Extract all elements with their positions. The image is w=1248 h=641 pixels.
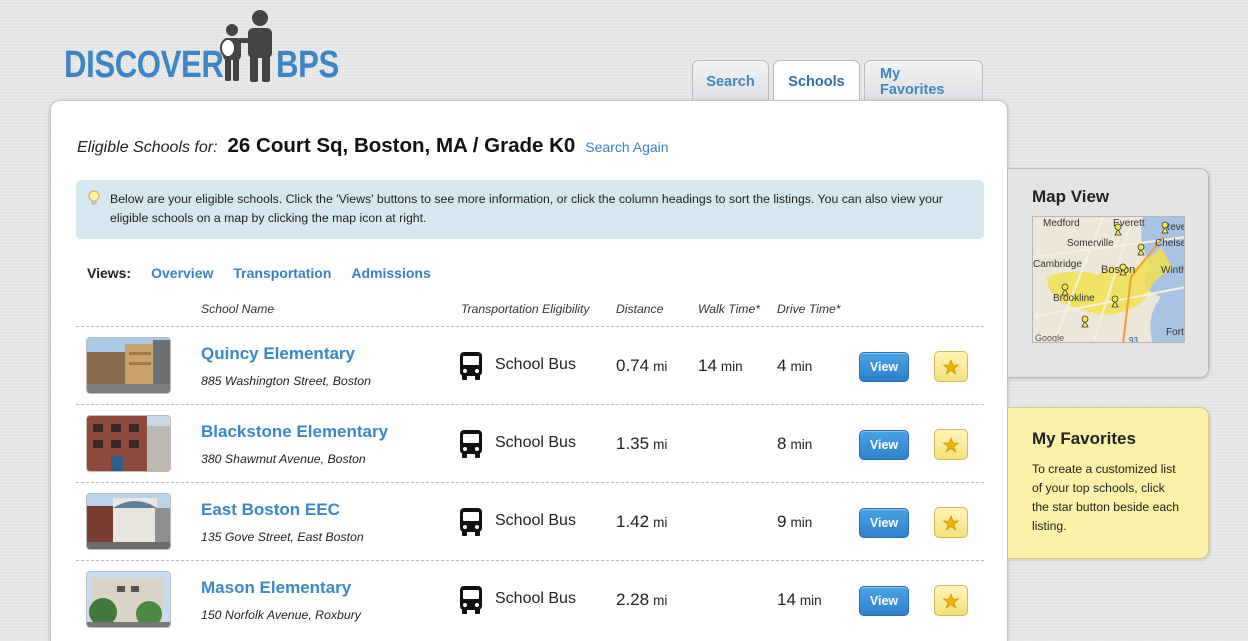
tab-search[interactable]: Search (692, 60, 769, 102)
favorite-star-button[interactable] (934, 429, 968, 460)
column-header-walk-time[interactable]: Walk Time* (698, 302, 760, 316)
column-header-drive-time[interactable]: Drive Time* (777, 302, 841, 316)
map-label-somerville: Somerville (1067, 238, 1114, 249)
map-label-winthrop: Winthrop (1161, 265, 1185, 276)
map-label-93: 93 (1129, 336, 1138, 343)
star-icon (943, 358, 959, 375)
view-transportation-link[interactable]: Transportation (233, 265, 331, 281)
drive-time-value: 14 min (777, 590, 822, 609)
school-name-link[interactable]: Quincy Elementary (201, 344, 355, 364)
view-overview-link[interactable]: Overview (151, 265, 213, 281)
walk-time-value: 14 min (698, 356, 743, 375)
map-label-fort: Fort (1166, 327, 1184, 338)
transport-eligibility: School Bus (495, 434, 576, 451)
school-list: Quincy Elementary 885 Washington Street,… (76, 326, 984, 638)
walk-time-value (698, 434, 702, 454)
map-view-panel: Map View Medford Everett Revere Somervil… (1008, 168, 1209, 378)
transport-eligibility: School Bus (495, 590, 576, 607)
drive-time-value: 4 min (777, 356, 813, 375)
my-favorites-help-text: To create a customized list of your top … (1032, 462, 1180, 533)
school-row: Quincy Elementary 885 Washington Street,… (76, 326, 984, 404)
heading-label: Eligible Schools for: (77, 139, 218, 156)
school-row: East Boston EEC 135 Gove Street, East Bo… (76, 482, 984, 560)
main-tabs: Search Schools My Favorites (692, 60, 983, 102)
school-bus-icon (460, 586, 482, 614)
school-photo[interactable] (86, 415, 171, 472)
distance-value: 1.35 mi (616, 434, 668, 453)
star-icon (943, 592, 959, 609)
column-header-distance[interactable]: Distance (616, 302, 663, 316)
logo-text-discover: DISCOVER (64, 44, 224, 86)
map-label-brookline: Brookline (1053, 293, 1095, 304)
tab-schools[interactable]: Schools (773, 60, 860, 102)
school-address: 135 Gove Street, East Boston (201, 530, 364, 544)
school-address: 150 Norfolk Avenue, Roxbury (201, 608, 361, 622)
transport-eligibility: School Bus (495, 512, 576, 529)
favorite-star-button[interactable] (934, 507, 968, 538)
favorite-star-button[interactable] (934, 351, 968, 382)
tab-my-favorites[interactable]: My Favorites (864, 60, 983, 102)
school-name-link[interactable]: Blackstone Elementary (201, 422, 388, 442)
heading-address: 26 Court Sq, Boston, MA / Grade K0 (227, 134, 576, 157)
school-bus-icon (460, 352, 482, 380)
distance-value: 2.28 mi (616, 590, 668, 609)
map-thumbnail[interactable]: Medford Everett Revere Somerville Chelse… (1032, 216, 1185, 343)
map-label-boston: Boston (1101, 264, 1135, 276)
my-favorites-title: My Favorites (1032, 429, 1136, 448)
discover-bps-logo[interactable]: DISCOVER BPS (64, 8, 344, 84)
school-address: 885 Washington Street, Boston (201, 374, 371, 388)
info-text: Below are your eligible schools. Click t… (110, 192, 943, 225)
school-row: Blackstone Elementary 380 Shawmut Avenue… (76, 404, 984, 482)
view-button[interactable]: View (859, 586, 909, 616)
info-message: Below are your eligible schools. Click t… (76, 180, 984, 239)
drive-time-value: 8 min (777, 434, 813, 453)
views-label: Views: (87, 265, 132, 281)
lightbulb-icon (88, 190, 100, 205)
parent-child-icon (220, 10, 272, 82)
my-favorites-panel: My Favorites To create a customized list… (1008, 407, 1209, 559)
map-label-medford: Medford (1043, 218, 1080, 229)
school-photo[interactable] (86, 571, 171, 628)
school-bus-icon (460, 508, 482, 536)
transport-eligibility: School Bus (495, 356, 576, 373)
logo-text-bps: BPS (276, 44, 339, 86)
walk-time-value (698, 590, 702, 610)
view-button[interactable]: View (859, 430, 909, 460)
school-address: 380 Shawmut Avenue, Boston (201, 452, 366, 466)
search-again-link[interactable]: Search Again (585, 139, 668, 155)
school-photo[interactable] (86, 493, 171, 550)
walk-time-value (698, 512, 702, 532)
view-button[interactable]: View (859, 352, 909, 382)
school-name-link[interactable]: Mason Elementary (201, 578, 351, 598)
map-label-cambridge: Cambridge (1033, 259, 1082, 270)
star-icon (943, 436, 959, 453)
star-icon (943, 514, 959, 531)
distance-value: 1.42 mi (616, 512, 668, 531)
school-photo[interactable] (86, 337, 171, 394)
map-label-google: Google (1035, 333, 1064, 343)
column-header-school-name[interactable]: School Name (201, 302, 274, 316)
view-button[interactable]: View (859, 508, 909, 538)
views-nav: Views: Overview Transportation Admission… (87, 265, 451, 281)
column-header-transportation[interactable]: Transportation Eligibility (461, 302, 589, 316)
page-heading: Eligible Schools for: 26 Court Sq, Bosto… (77, 134, 669, 158)
school-row: Mason Elementary 150 Norfolk Avenue, Rox… (76, 560, 984, 638)
schools-panel: Eligible Schools for: 26 Court Sq, Bosto… (50, 100, 1008, 641)
favorite-star-button[interactable] (934, 585, 968, 616)
view-admissions-link[interactable]: Admissions (351, 265, 430, 281)
map-view-title: Map View (1032, 187, 1110, 206)
drive-time-value: 9 min (777, 512, 813, 531)
school-name-link[interactable]: East Boston EEC (201, 500, 340, 520)
distance-value: 0.74 mi (616, 356, 668, 375)
map-label-chelsea: Chelsea (1155, 238, 1185, 249)
school-bus-icon (460, 430, 482, 458)
